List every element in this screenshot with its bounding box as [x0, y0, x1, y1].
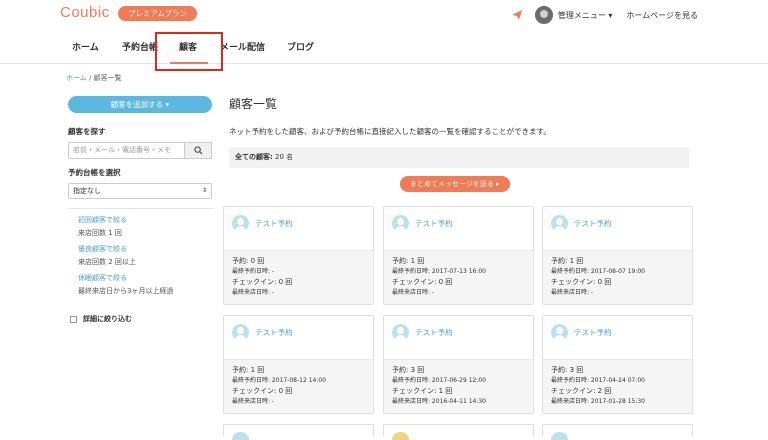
send-icon[interactable] [511, 9, 523, 21]
customer-avatar-icon [392, 324, 409, 341]
filter-first-desc: 来店回数 1 回 [78, 229, 122, 237]
reservation-count: 予約: 3 回 [551, 366, 584, 374]
main-nav: ホーム 予約台帳 顧客 メール配信 ブログ [0, 28, 768, 64]
last-visit: 最終来店日時: - [232, 397, 275, 405]
customer-card[interactable]: テスト予約 予約: 1 回 最終予約日時: 2017-08-12 14:00 チ… [223, 315, 374, 414]
detail-filter-label: 詳細に絞り込む [83, 315, 132, 323]
customer-name[interactable]: テスト予約 [415, 324, 453, 341]
customer-name[interactable]: テスト予約 [574, 215, 612, 232]
customer-name[interactable]: テスト予約 [574, 324, 612, 341]
total-label: 全ての顧客: [235, 153, 273, 161]
last-reservation: 最終予約日時: 2017-07-13 16:00 [392, 267, 486, 275]
message-button-wrap: まとめてメッセージを送る ▸ [400, 176, 510, 192]
customer-avatar-icon [232, 324, 249, 341]
detail-filter-checkbox[interactable] [70, 315, 77, 323]
checkin-count: チェックイン: 0 回 [232, 387, 293, 395]
page-description: ネット予約をした顧客、および予約台帳に直接記入した顧客の一覧を確認することができ… [229, 127, 551, 136]
customer-card[interactable]: テスト予約 予約: 3 回 最終予約日時: 2017-06-29 12:00 チ… [383, 315, 534, 414]
search-icon [193, 146, 203, 155]
customer-name[interactable]: テスト予約 [415, 215, 453, 232]
filter-dormant-link[interactable]: 休眠顧客で絞る [78, 273, 213, 283]
last-visit: 最終来店日時: - [551, 288, 594, 296]
last-reservation: 最終予約日時: - [232, 267, 275, 275]
last-reservation: 最終予約日時: 2017-08-07 19:00 [551, 267, 645, 275]
breadcrumb: ホーム / 顧客一覧 [66, 73, 122, 83]
filter-first-link[interactable]: 初回顧客で絞る [78, 215, 213, 225]
customer-name[interactable]: テスト予約 [255, 324, 293, 341]
customer-avatar-icon [551, 324, 568, 341]
breadcrumb-current: 顧客一覧 [93, 74, 122, 82]
filter-dormant-desc: 最終来店日から3ヶ月以上経過 [78, 287, 174, 295]
customer-avatar-icon [551, 432, 568, 440]
reservation-count: 予約: 0 回 [232, 257, 265, 265]
filter-item-first: 初回顧客で絞る 来店回数 1 回 [68, 209, 213, 238]
nav-tab-blog[interactable]: ブログ [287, 40, 314, 53]
last-reservation: 最終予約日時: 2017-04-24 07:00 [551, 376, 645, 384]
main-content: 顧客一覧 ネット予約をした顧客、および予約台帳に直接記入した顧客の一覧を確認する… [229, 95, 691, 192]
homepage-link[interactable]: ホームページを見る [626, 10, 698, 21]
customer-card-partial[interactable] [542, 424, 693, 440]
filter-item-dormant: 休眠顧客で絞る 最終来店日から3ヶ月以上経過 [68, 267, 213, 296]
search-button[interactable] [185, 142, 212, 159]
reservation-count: 予約: 1 回 [232, 366, 265, 374]
customer-card[interactable]: テスト予約 予約: 1 回 最終予約日時: 2017-07-13 16:00 チ… [383, 206, 534, 305]
checkin-count: チェックイン: 1 回 [392, 387, 453, 395]
customer-card-partial[interactable] [223, 424, 374, 440]
premium-plan-badge[interactable]: プレミアムプラン [118, 6, 198, 21]
nav-tab-mail[interactable]: メール配信 [220, 40, 265, 53]
filter-item-loyal: 優良顧客で絞る 来店回数 2 回以上 [68, 238, 213, 267]
checkin-count: チェックイン: 0 回 [392, 278, 453, 286]
search-row: 名前・メール・電話番号・メモ [68, 142, 213, 159]
highlight-box [155, 32, 223, 71]
breadcrumb-separator: / [89, 74, 92, 82]
checkin-count: チェックイン: 0 回 [232, 278, 293, 286]
last-visit: 最終来店日時: - [232, 288, 275, 296]
nav-tab-reservation-ledger[interactable]: 予約台帳 [122, 40, 158, 53]
select-arrows-icon: ⇕ [201, 187, 207, 194]
ledger-label: 予約台帳を選択 [68, 168, 121, 177]
breadcrumb-home[interactable]: ホーム [66, 74, 87, 82]
customer-avatar-icon [232, 215, 249, 232]
checkin-count: チェックイン: 0 回 [551, 278, 612, 286]
reservation-count: 予約: 1 回 [392, 257, 425, 265]
bulk-message-button[interactable]: まとめてメッセージを送る ▸ [400, 176, 510, 192]
customer-avatar-icon [551, 215, 568, 232]
top-bar: Coubic プレミアムプラン 管理メニュー ▾ ホームページを見る [0, 0, 768, 28]
checkin-count: チェックイン: 2 回 [551, 387, 612, 395]
last-visit: 最終来店日時: - [392, 288, 435, 296]
avatar[interactable] [534, 6, 553, 24]
customer-avatar-icon [392, 432, 409, 440]
last-reservation: 最終予約日時: 2017-08-12 14:00 [232, 376, 326, 384]
detail-filter[interactable]: 詳細に絞り込む [68, 314, 213, 324]
reservation-count: 予約: 3 回 [392, 366, 425, 374]
last-visit: 最終来店日時: 2017-01-28 15:30 [551, 397, 645, 405]
search-input[interactable]: 名前・メール・電話番号・メモ [68, 142, 185, 159]
last-visit: 最終来店日時: 2016-04-11 14:30 [392, 397, 486, 405]
customer-card-partial[interactable] [383, 424, 534, 440]
total-customers-bar: 全ての顧客: 20 名 [229, 147, 689, 168]
ledger-select[interactable]: 指定なし ⇕ [68, 183, 212, 199]
customer-card[interactable]: テスト予約 予約: 1 回 最終予約日時: 2017-08-07 19:00 チ… [542, 206, 693, 305]
customer-avatar-icon [232, 432, 249, 440]
customer-name[interactable]: テスト予約 [255, 215, 293, 232]
add-customer-button[interactable]: 顧客を追加する ▾ [68, 96, 212, 113]
sidebar: 顧客を追加する ▾ 顧客を探す 名前・メール・電話番号・メモ 予約台帳を選択 指… [68, 96, 213, 324]
customer-card[interactable]: テスト予約 予約: 0 回 最終予約日時: - チェックイン: 0 回 最終来店… [223, 206, 374, 305]
top-right-menu: 管理メニュー ▾ ホームページを見る [511, 6, 698, 24]
filter-loyal-link[interactable]: 優良顧客で絞る [78, 244, 213, 254]
total-value: 20 名 [275, 153, 294, 161]
coubic-logo[interactable]: Coubic [60, 4, 110, 21]
customer-card[interactable]: テスト予約 予約: 3 回 最終予約日時: 2017-04-24 07:00 チ… [542, 315, 693, 414]
customer-avatar-icon [392, 215, 409, 232]
nav-tab-home[interactable]: ホーム [72, 40, 99, 53]
filter-group: 初回顧客で絞る 来店回数 1 回 優良顧客で絞る 来店回数 2 回以上 休眠顧客… [68, 208, 213, 296]
ledger-select-value: 指定なし [73, 187, 101, 195]
admin-menu-dropdown[interactable]: 管理メニュー ▾ [558, 10, 613, 21]
page-title: 顧客一覧 [229, 97, 278, 111]
filter-loyal-desc: 来店回数 2 回以上 [78, 258, 136, 266]
last-reservation: 最終予約日時: 2017-06-29 12:00 [392, 376, 486, 384]
search-label: 顧客を探す [68, 127, 106, 136]
reservation-count: 予約: 1 回 [551, 257, 584, 265]
